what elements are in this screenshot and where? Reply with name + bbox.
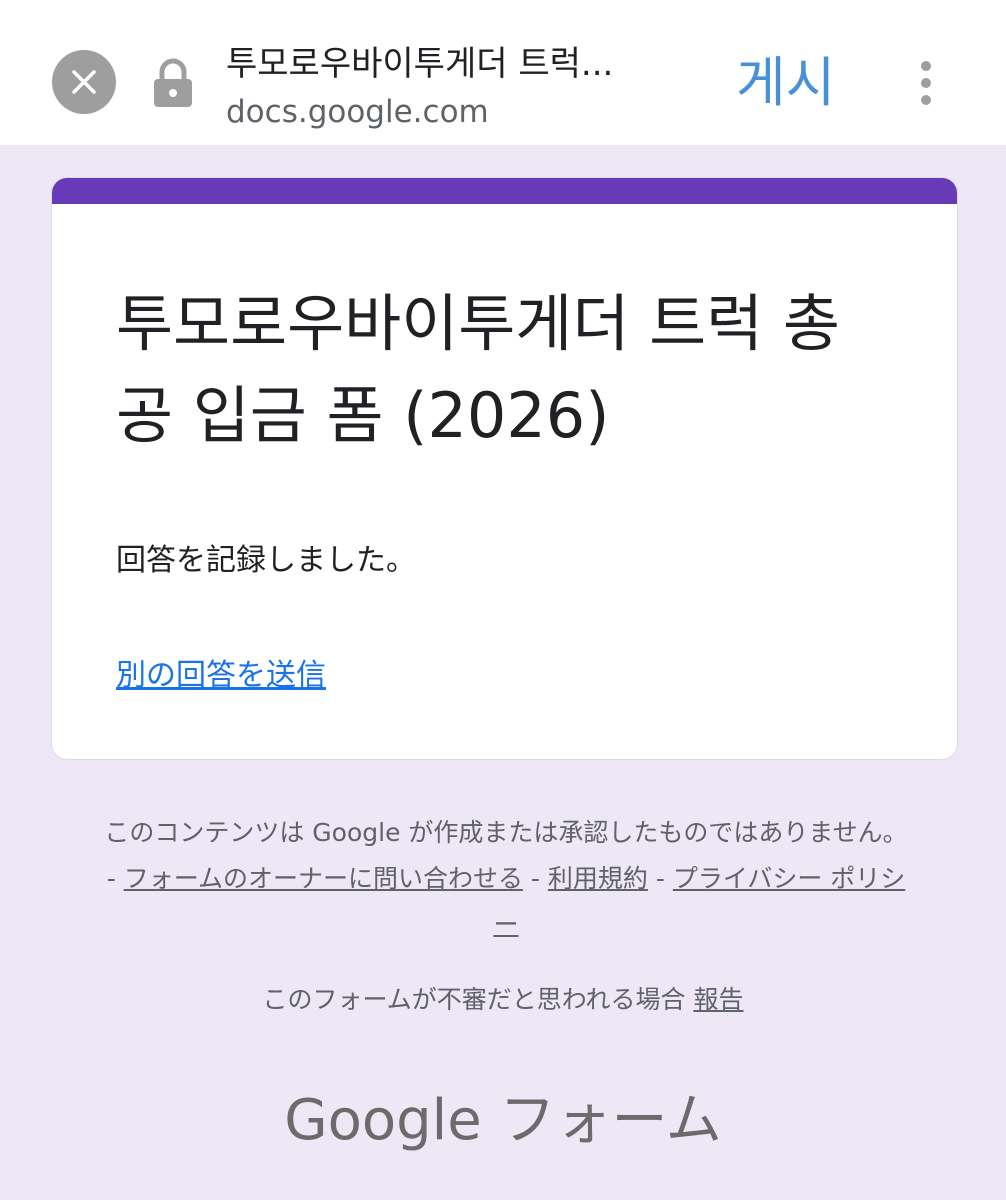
brand-google: Google xyxy=(284,1088,482,1153)
close-button[interactable] xyxy=(52,50,116,114)
disclaimer-text: このコンテンツは Google が作成または承認したものではありません。 xyxy=(104,818,908,847)
share-button[interactable]: 게시 xyxy=(736,38,835,117)
close-icon xyxy=(72,70,96,94)
footer-disclaimer: このコンテンツは Google が作成または承認したものではありません。 - フ… xyxy=(98,810,914,948)
separator: - xyxy=(106,864,116,893)
submit-another-response-link[interactable]: 別の回答を送信 xyxy=(116,650,326,694)
confirmation-message: 回答を記録しました。 xyxy=(116,543,416,578)
google-forms-logo: Google フォーム xyxy=(0,1075,1006,1156)
report-link[interactable]: 報告 xyxy=(693,985,743,1014)
accent-band xyxy=(52,178,957,204)
terms-link[interactable]: 利用規約 xyxy=(548,864,648,893)
report-line: このフォームが不審だと思われる場合 報告 xyxy=(0,980,1006,1016)
separator: - xyxy=(655,864,665,893)
report-prefix: このフォームが不審だと思われる場合 xyxy=(262,985,686,1014)
page-url: docs.google.com xyxy=(226,94,489,130)
brand-forms: フォーム xyxy=(499,1088,722,1153)
lock-icon xyxy=(154,58,192,107)
page-title: 투모로우바이투게더 트럭... xyxy=(226,44,614,84)
browser-toolbar: 투모로우바이투게더 트럭... docs.google.com 게시 xyxy=(0,0,1006,145)
contact-owner-link[interactable]: フォームのオーナーに問い合わせる xyxy=(124,864,523,893)
form-card: 투모로우바이투게더 트럭 총공 입금 폼 (2026) 回答を記録しました。 別… xyxy=(51,177,958,760)
separator: - xyxy=(530,864,540,893)
form-title: 투모로우바이투게더 트럭 총공 입금 폼 (2026) xyxy=(116,287,840,452)
more-vert-icon[interactable] xyxy=(916,60,936,106)
